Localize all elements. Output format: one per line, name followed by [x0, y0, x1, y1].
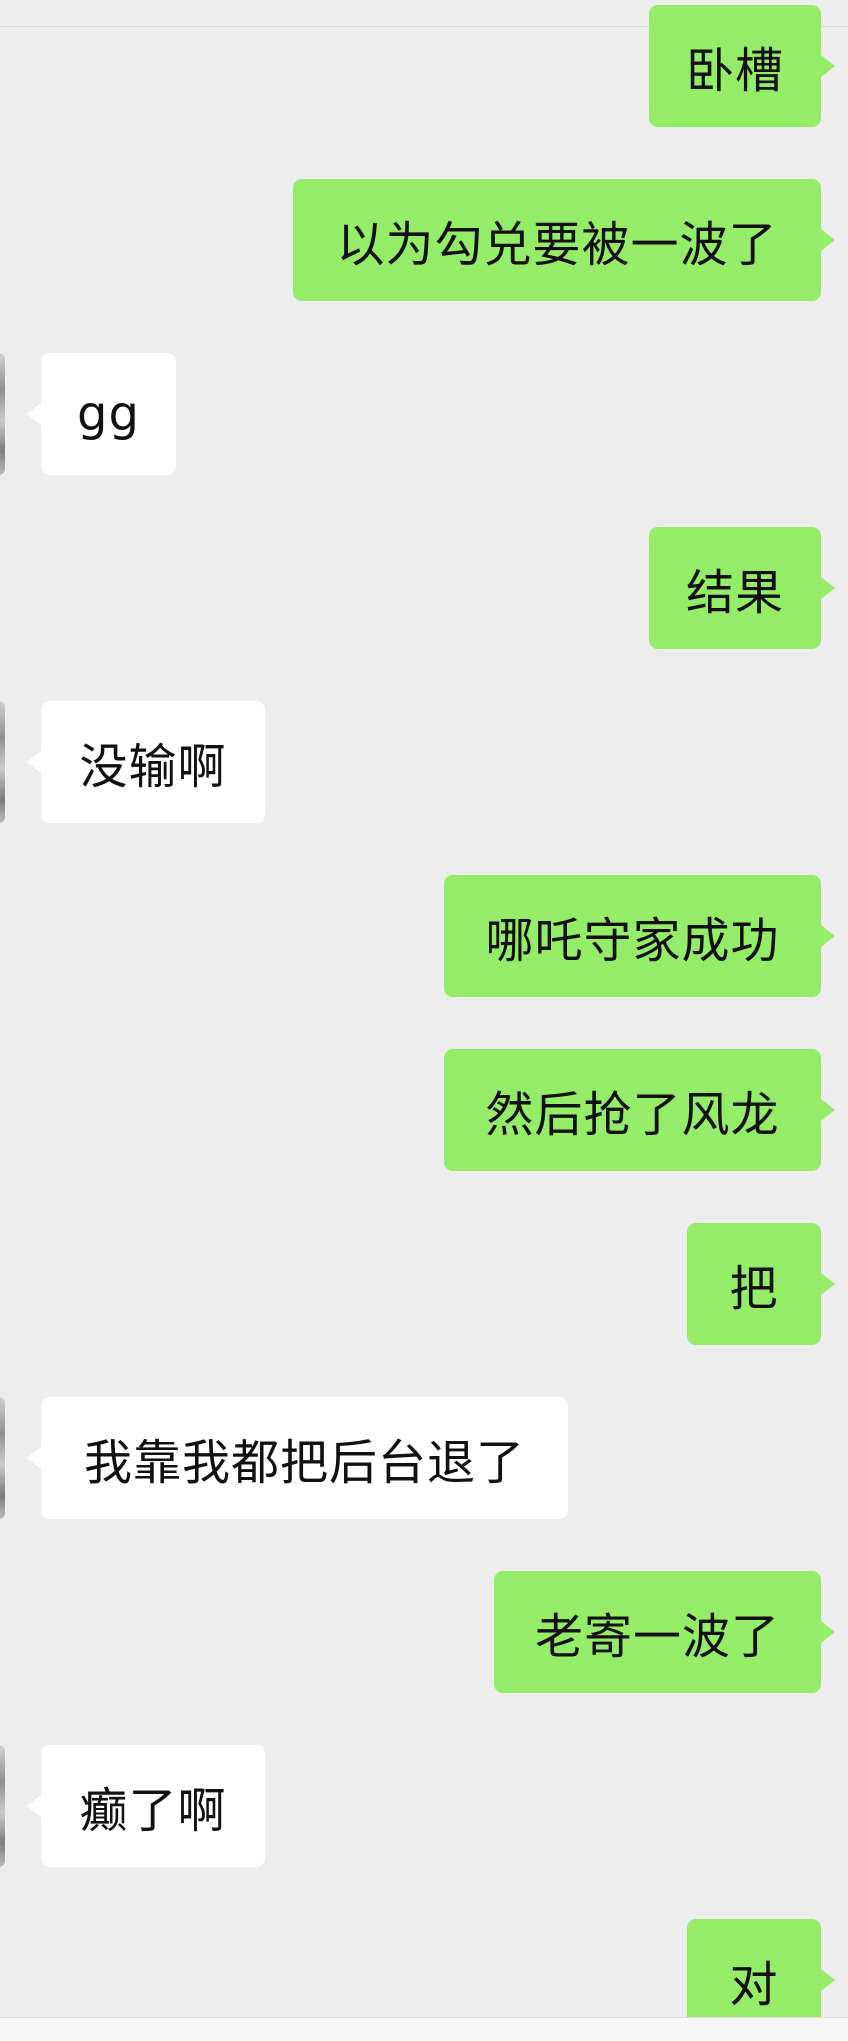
message-text: gg — [77, 386, 140, 442]
message-text: 癫了啊 — [79, 1783, 227, 1839]
message-row: 把 — [0, 1223, 848, 1345]
message-bubble-received[interactable]: gg — [27, 353, 176, 475]
message-bubble-sent[interactable]: 卧槽 — [649, 5, 835, 127]
message-text: 我靠我都把后台退了 — [83, 1435, 525, 1491]
message-text: 结果 — [685, 565, 784, 621]
contact-avatar[interactable] — [0, 701, 5, 823]
contact-avatar[interactable] — [0, 1397, 5, 1519]
message-text: 没输啊 — [79, 739, 227, 795]
input-bar-edge — [0, 2017, 848, 2041]
chat-screen: 卧槽 以为勾兑要被一波了 gg 结果 没输啊 哪吒守家成功 然后抢了风龙 把 我… — [0, 0, 848, 2041]
message-text: 卧槽 — [685, 43, 784, 99]
message-text: 以为勾兑要被一波了 — [336, 217, 778, 273]
message-row: 老寄一波了 — [0, 1571, 848, 1693]
message-row: 卧槽 — [0, 5, 848, 127]
message-bubble-sent[interactable]: 把 — [687, 1223, 835, 1345]
message-row: 然后抢了风龙 — [0, 1049, 848, 1171]
message-bubble-sent[interactable]: 老寄一波了 — [494, 1571, 835, 1693]
message-row: 我靠我都把后台退了 — [0, 1397, 848, 1519]
message-row: 没输啊 — [0, 701, 848, 823]
message-text: 老寄一波了 — [534, 1609, 780, 1665]
message-row: gg — [0, 353, 848, 475]
message-bubble-sent[interactable]: 结果 — [649, 527, 835, 649]
message-bubble-sent[interactable]: 哪吒守家成功 — [444, 875, 835, 997]
contact-avatar[interactable] — [0, 353, 5, 475]
message-text: 把 — [729, 1261, 779, 1317]
message-row: 哪吒守家成功 — [0, 875, 848, 997]
message-row: 癫了啊 — [0, 1745, 848, 1867]
contact-avatar[interactable] — [0, 1745, 5, 1867]
message-bubble-received[interactable]: 我靠我都把后台退了 — [27, 1397, 568, 1519]
message-bubble-received[interactable]: 癫了啊 — [27, 1745, 265, 1867]
message-row: 结果 — [0, 527, 848, 649]
message-bubble-received[interactable]: 没输啊 — [27, 701, 265, 823]
message-bubble-sent[interactable]: 以为勾兑要被一波了 — [293, 179, 835, 301]
message-bubble-sent[interactable]: 然后抢了风龙 — [444, 1049, 835, 1171]
message-text: 然后抢了风龙 — [485, 1087, 780, 1143]
message-text: 对 — [729, 1957, 779, 2013]
message-row: 以为勾兑要被一波了 — [0, 179, 848, 301]
message-text: 哪吒守家成功 — [485, 913, 780, 969]
